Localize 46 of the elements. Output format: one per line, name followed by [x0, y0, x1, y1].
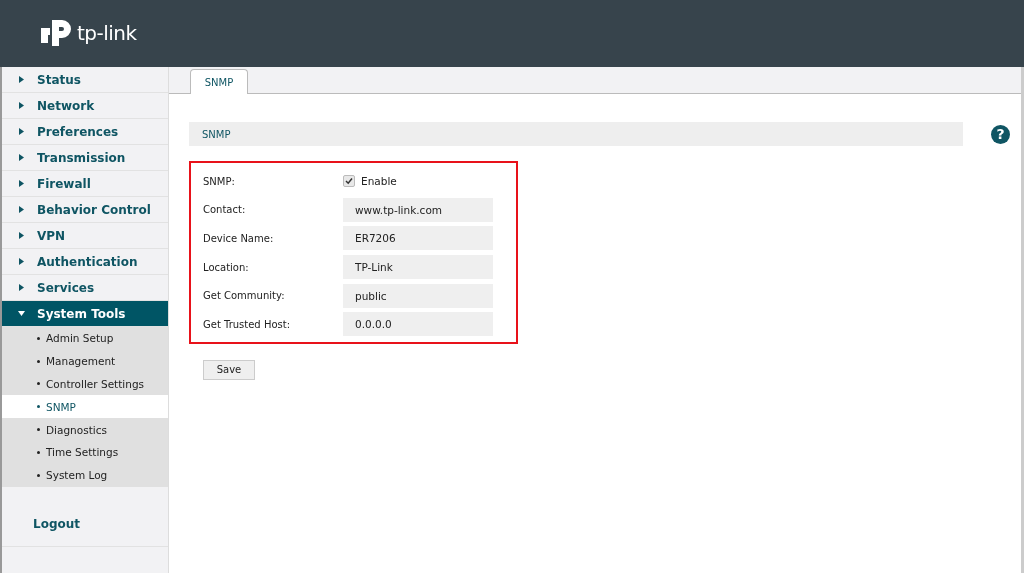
nav-item[interactable]: VPN [2, 223, 168, 249]
caret-icon [18, 154, 25, 161]
caret-icon [18, 180, 25, 187]
nav-item[interactable]: Behavior Control [2, 197, 168, 223]
field-label: Device Name: [203, 233, 275, 244]
caret-icon [18, 102, 25, 109]
nav-subitem[interactable]: SNMP [2, 395, 168, 419]
input-field[interactable]: www.tp-link.com [343, 197, 493, 222]
caret-icon [18, 206, 25, 213]
field-label: Get Trusted Host: [203, 318, 292, 330]
caret-icon [18, 232, 25, 239]
save-button[interactable]: Save [203, 359, 255, 380]
logout-link[interactable]: Logout [33, 516, 80, 531]
nav-item[interactable]: System Tools [2, 301, 168, 327]
caret-icon [18, 128, 25, 135]
caret-icon [18, 258, 25, 265]
nav-subitem[interactable]: Management [2, 349, 168, 373]
nav-item[interactable]: Authentication [2, 249, 168, 275]
nav-subitem[interactable]: Diagnostics [2, 418, 168, 441]
help-icon[interactable]: ? [991, 124, 1010, 144]
caret-icon [18, 310, 25, 317]
input-field[interactable]: ER7206 [343, 226, 493, 251]
logo-text: tp-link [77, 20, 137, 45]
nav-subitem[interactable]: Admin Setup [2, 327, 168, 350]
nav-item[interactable]: Status [2, 67, 168, 93]
logo-icon [40, 17, 74, 48]
nav-item[interactable]: Preferences [2, 119, 168, 145]
section-header: SNMP [189, 122, 963, 146]
tab[interactable]: SNMP [190, 69, 248, 94]
nav-item[interactable]: Network [2, 93, 168, 119]
input-field[interactable]: TP-Link [343, 255, 493, 280]
nav-subitem[interactable]: Time Settings [2, 441, 168, 464]
input-field[interactable]: 0.0.0.0 [343, 312, 493, 337]
input-field[interactable]: public [343, 283, 493, 308]
checkbox[interactable] [343, 175, 355, 188]
field-label: Contact: [203, 204, 247, 216]
nav-item[interactable]: Transmission [2, 145, 168, 171]
nav-subitem[interactable]: Controller Settings [2, 372, 168, 396]
field-label: SNMP: [203, 175, 236, 187]
checkbox-label: Enable [361, 175, 397, 188]
nav-subitem[interactable]: System Log [2, 463, 168, 487]
field-label: Location: [203, 261, 250, 273]
nav-item[interactable]: Firewall [2, 171, 168, 197]
field-label: Get Community: [203, 290, 286, 302]
caret-icon [18, 76, 25, 83]
caret-icon [18, 284, 25, 291]
